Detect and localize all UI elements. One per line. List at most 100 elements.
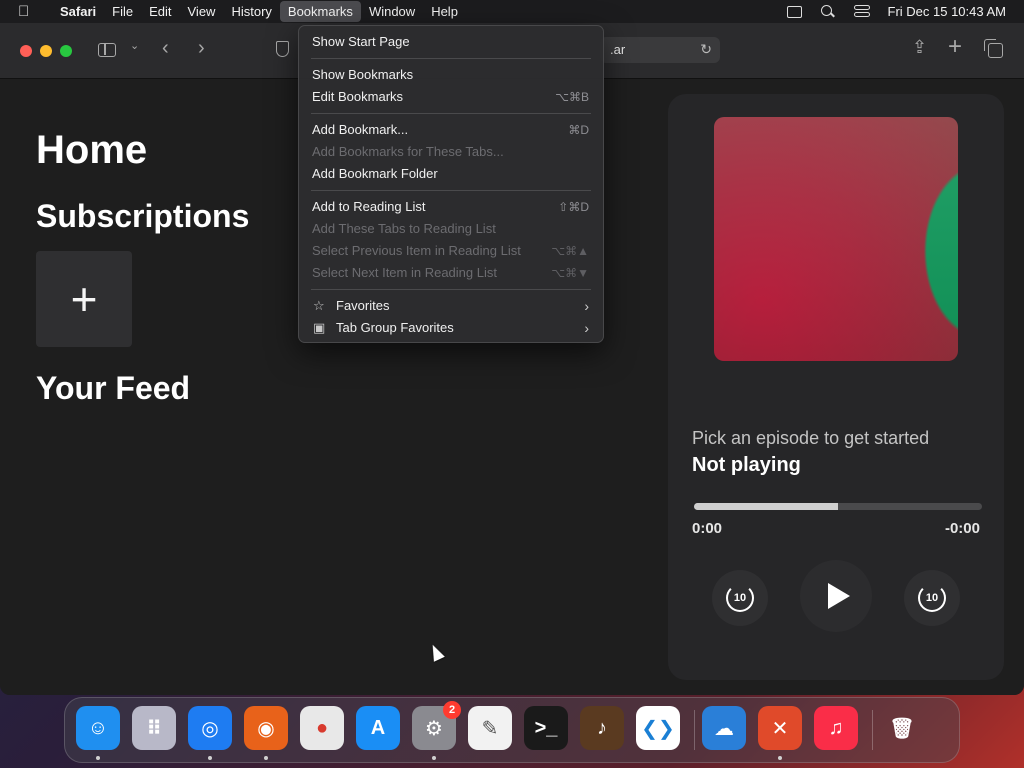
dock-separator [694,710,695,750]
back-button[interactable]: ‹ [162,37,169,60]
running-indicator [432,756,436,760]
apple-logo-icon[interactable]:  [18,3,38,20]
sidebar-toggle-icon[interactable] [98,43,116,57]
menu-item-select-previous-reading-item: Select Previous Item in Reading List ⌥⌘▲ [299,240,603,262]
launchpad-icon[interactable]: ⠿ [132,706,176,750]
time-elapsed: 0:00 [692,520,723,537]
control-center-icon[interactable] [853,5,870,18]
menu-item-edit-bookmarks[interactable]: Edit Bookmarks ⌥⌘B [299,86,603,108]
spotlight-search-icon[interactable] [820,4,836,19]
window-controls [20,44,72,57]
menu-clock[interactable]: Fri Dec 15 10:43 AM [888,4,1007,19]
menu-edit[interactable]: Edit [141,1,179,22]
menu-app-name[interactable]: Safari [52,1,104,22]
feed-heading: Your Feed [36,370,191,406]
weather-icon[interactable]: ☁ [702,706,746,750]
menu-window[interactable]: Window [361,1,423,22]
app-store-icon[interactable]: A [356,706,400,750]
menu-item-tab-group-favorites[interactable]: ▣ Tab Group Favorites › [299,317,603,339]
menu-item-add-to-reading-list[interactable]: Add to Reading List ⇧⌘D [299,196,603,218]
subscriptions-heading: Subscriptions [36,198,250,234]
page-title: Home [36,128,148,172]
plus-icon: + [70,273,98,325]
menu-item-show-bookmarks[interactable]: Show Bookmarks [299,64,603,86]
privacy-shield-icon[interactable] [276,41,289,57]
skip-back-label: 10 [733,592,747,604]
address-bar[interactable]: .ar ↻ [600,37,720,63]
dock-separator [872,710,873,750]
play-button[interactable] [800,560,872,632]
trash-icon[interactable]: 🗑 [880,706,924,750]
menu-bar:  Safari File Edit View History Bookmark… [0,0,1024,23]
running-indicator [264,756,268,760]
finder-icon[interactable]: ☺ [76,706,120,750]
firefox-icon[interactable]: ◉ [244,706,288,750]
forward-button[interactable]: › [198,37,205,60]
music-icon[interactable]: ♫ [814,706,858,750]
menu-bookmarks[interactable]: Bookmarks [279,1,361,22]
menu-item-select-next-reading-item: Select Next Item in Reading List ⌥⌘▼ [299,262,603,284]
tab-group-chevron-icon[interactable]: ⌄ [130,39,139,52]
tab-group-icon: ▣ [313,320,326,335]
progress-fill [694,503,838,510]
player-title: Not playing [692,454,801,476]
tab-overview-icon[interactable] [984,39,1003,58]
menu-separator [311,113,591,114]
address-text: .ar [610,42,626,57]
dock: ☺ ⠿ ◎ ◉ ● A ⚙ 2 ✎ >_ ♪ ❮❯ ☁ ✕ ♫ 🗑 [64,697,960,763]
menu-item-add-tabs-to-reading-list: Add These Tabs to Reading List [312,221,496,236]
player-subtitle: Pick an episode to get started [692,428,930,448]
shortcut-label: ⇧⌘D [558,200,589,214]
time-remaining: -0:00 [944,520,980,537]
shortcut-label: ⌘D [568,123,589,137]
shortcut-label: ⌥⌘▲ [551,244,589,258]
notification-badge: 2 [443,701,461,719]
close-window-button[interactable] [20,44,32,57]
skip-back-button[interactable]: 10 [712,570,768,626]
running-indicator [778,756,782,760]
share-icon[interactable]: ⇪ [912,37,927,58]
skip-back-icon: 10 [726,584,754,612]
episode-artwork [714,117,958,361]
skip-forward-icon: 10 [918,584,946,612]
bookmarks-menu: Show Start Page Show Bookmarks Edit Book… [298,25,604,343]
menu-file[interactable]: File [104,1,141,22]
running-indicator [208,756,212,760]
submenu-chevron-icon: › [584,320,589,336]
menu-separator [311,58,591,59]
add-subscription-button[interactable]: + [36,251,132,347]
menu-help[interactable]: Help [423,1,466,22]
playback-progress-bar[interactable] [694,503,982,510]
fullscreen-window-button[interactable] [60,44,72,57]
menu-item-show-start-page[interactable]: Show Start Page [299,31,603,53]
menu-item-add-bookmark-folder[interactable]: Add Bookmark Folder [299,163,603,185]
shortcut-label: ⌥⌘B [555,90,589,104]
screen-mirroring-icon[interactable] [786,5,802,18]
menu-item-add-bookmarks-for-tabs: Add Bookmarks for These Tabs... [312,144,504,159]
player-card: Pick an episode to get started Not playi… [668,94,1004,680]
new-tab-button[interactable]: + [948,33,962,61]
vscode-icon[interactable]: ❮❯ [636,706,680,750]
skip-forward-button[interactable]: 10 [904,570,960,626]
play-icon [827,583,850,609]
minimize-window-button[interactable] [40,44,52,57]
remote-desktop-icon[interactable]: ✕ [758,706,802,750]
menu-item-favorites[interactable]: ☆ Favorites › [299,295,603,317]
system-settings-icon[interactable]: ⚙ 2 [412,701,461,750]
submenu-chevron-icon: › [584,298,589,314]
terminal-icon[interactable]: >_ [524,706,568,750]
safari-icon[interactable]: ◎ [188,706,232,750]
menu-separator [311,190,591,191]
menu-item-add-bookmark[interactable]: Add Bookmark... ⌘D [299,119,603,141]
reload-icon[interactable]: ↻ [700,41,712,58]
running-indicator [96,756,100,760]
shortcut-label: ⌥⌘▼ [551,266,589,280]
garageband-icon[interactable]: ♪ [580,706,624,750]
menu-history[interactable]: History [223,1,279,22]
textedit-icon[interactable]: ✎ [468,706,512,750]
menu-view[interactable]: View [180,1,224,22]
chrome-icon[interactable]: ● [300,706,344,750]
star-icon: ☆ [313,298,325,313]
menu-separator [311,289,591,290]
skip-forward-label: 10 [925,592,939,604]
